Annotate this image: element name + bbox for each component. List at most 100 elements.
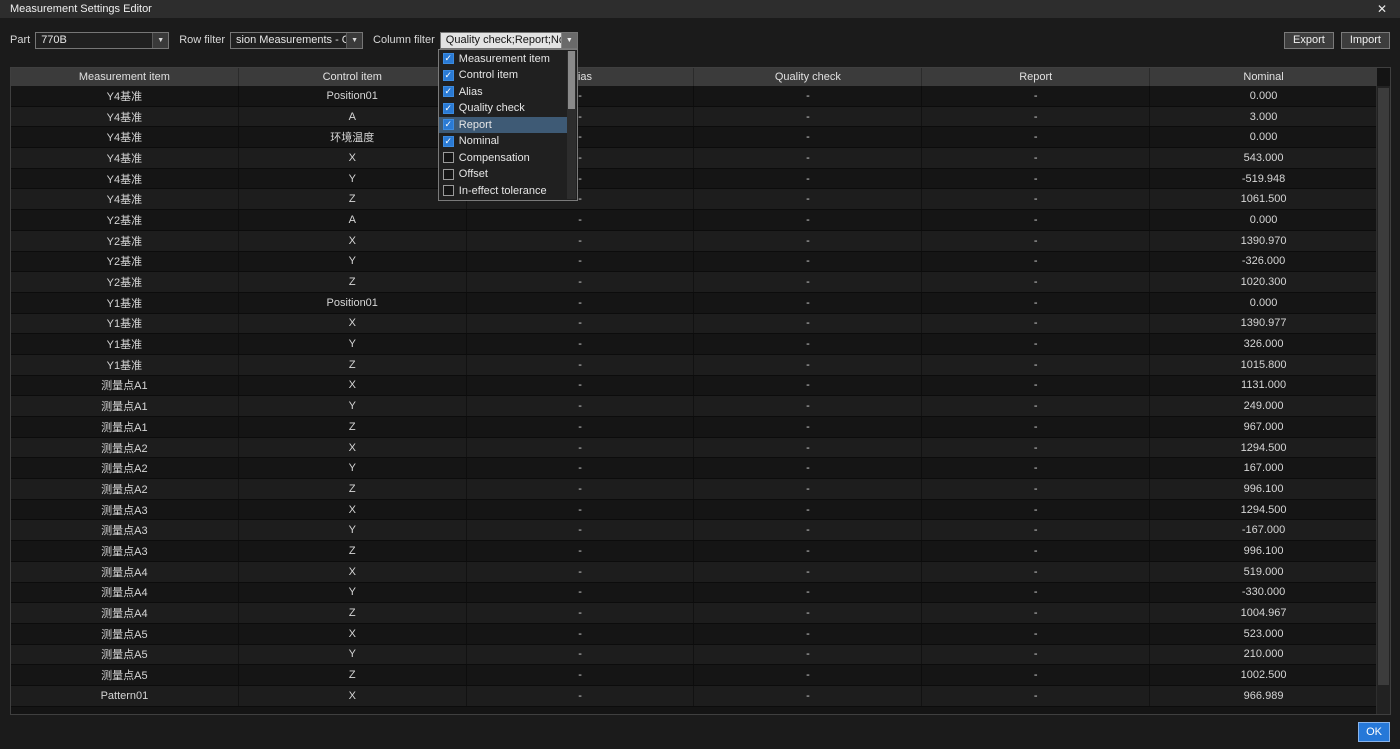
column-header[interactable]: Control item: [239, 68, 467, 86]
table-cell: 3.000: [1249, 110, 1278, 123]
table-cell: Y1基准: [11, 313, 239, 334]
table-cell: 996.100: [1243, 544, 1284, 557]
table-row[interactable]: 测量点A2 X - - -1294.500: [11, 437, 1377, 459]
column-header[interactable]: Nominal: [1150, 68, 1377, 86]
table-cell: -: [694, 644, 923, 665]
table-row[interactable]: Y1基准 Z - - -1015.800: [11, 354, 1377, 376]
table-row[interactable]: 测量点A4 Z - - -1004.967: [11, 603, 1377, 624]
table-cell: -: [922, 582, 1151, 603]
table-row[interactable]: 测量点A5 Y - - -210.000: [11, 644, 1377, 666]
table-row[interactable]: Y4基准 Y - - - -519.948: [11, 168, 1377, 190]
table-cell: 测量点A5: [11, 665, 239, 685]
table-cell: 测量点A1: [11, 396, 239, 416]
table-row[interactable]: Y1基准 Position01- - -0.000: [11, 292, 1377, 314]
table-row[interactable]: 测量点A1 Y - - -249.000: [11, 396, 1377, 417]
table-cell: -: [694, 354, 923, 375]
column-filter-option[interactable]: ✓ Quality check: [439, 100, 567, 117]
column-filter-option[interactable]: ✓ Control item: [439, 67, 567, 84]
import-button[interactable]: Import: [1340, 31, 1390, 49]
checkbox-unchecked-icon[interactable]: [442, 185, 454, 197]
table-cell: 测量点A4: [11, 582, 239, 603]
dropdown-scrollbar[interactable]: [566, 50, 576, 199]
column-header[interactable]: Measurement item: [11, 68, 239, 86]
table-row[interactable]: 测量点A5 Z - - -1002.500: [11, 665, 1377, 686]
table-cell: 测量点A2: [11, 479, 239, 499]
column-filter-dropdown[interactable]: Quality check;Report;Nominal ▼: [439, 31, 578, 49]
table-row[interactable]: 测量点A4 Y - - - -330.000: [11, 582, 1377, 604]
table-cell: 测量点A3: [11, 541, 239, 561]
table-header-row: Measurement item Control item Alias Quality…: [11, 68, 1377, 86]
table-cell: 测量点A2: [11, 437, 239, 458]
checkbox-unchecked-icon[interactable]: [442, 152, 454, 164]
table-row[interactable]: Y4基准 X - - -543.000: [11, 148, 1377, 169]
checkbox-checked-icon[interactable]: ✓: [442, 69, 454, 81]
column-filter-option[interactable]: ✓ Measurement item: [439, 51, 567, 68]
checkbox-checked-icon[interactable]: ✓: [442, 135, 454, 147]
checkbox-checked-icon[interactable]: ✓: [442, 102, 454, 114]
table-row[interactable]: Y1基准 X - - -1390.977: [11, 313, 1377, 335]
table-row[interactable]: Pattern01 X - - -966.989: [11, 685, 1377, 707]
table-scrollbar[interactable]: [1376, 86, 1390, 714]
export-button[interactable]: Export: [1284, 31, 1334, 49]
row-filter-dropdown[interactable]: sion Measurements - General ▼: [230, 31, 364, 49]
table-row[interactable]: Y1基准 Y - - -326.000: [11, 334, 1377, 355]
table-cell: X: [239, 561, 467, 582]
table-row[interactable]: Y4基准 A - - -3.000: [11, 106, 1377, 128]
table-row[interactable]: Y4基准 Z - - -1061.500: [11, 189, 1377, 211]
checkbox-checked-icon[interactable]: ✓: [442, 86, 454, 98]
table-cell: Y4基准: [11, 127, 239, 148]
table-cell: -: [922, 168, 1151, 189]
column-header[interactable]: Report: [922, 68, 1151, 86]
table-row[interactable]: 测量点A1 X - - -1131.000: [11, 375, 1377, 397]
table-row[interactable]: Y2基准 Y - - - -326.000: [11, 251, 1377, 273]
table-cell: -: [922, 375, 1151, 396]
table-cell: 1002.500: [1240, 669, 1287, 682]
table-cell: 1131.000: [1241, 379, 1287, 392]
column-filter-option[interactable]: Offset: [439, 166, 567, 183]
table-row[interactable]: Y2基准 Z - - -1020.300: [11, 272, 1377, 293]
table-row[interactable]: 测量点A5 X - - -523.000: [11, 623, 1377, 645]
table-row[interactable]: 测量点A2 Z - - -996.100: [11, 479, 1377, 500]
table-scrollbar-thumb[interactable]: [1378, 88, 1389, 685]
table-cell: -: [467, 292, 695, 313]
column-filter-option[interactable]: ✓ Report: [438, 116, 567, 133]
checkbox-unchecked-icon[interactable]: [442, 168, 454, 180]
part-dropdown[interactable]: 770B ▼: [35, 31, 170, 49]
table-cell: Position01: [239, 86, 467, 106]
checkbox-checked-icon[interactable]: ✓: [442, 53, 454, 65]
column-filter-option[interactable]: ✓ Nominal: [439, 133, 567, 150]
table-row[interactable]: 测量点A4 X - - -519.000: [11, 561, 1377, 583]
table-cell: Y: [239, 644, 467, 665]
table-cell: -: [922, 148, 1151, 168]
table-cell: 996.100: [1243, 482, 1284, 495]
column-filter-option[interactable]: In-effect tolerance: [439, 183, 567, 200]
table-cell: 测量点A1: [11, 375, 239, 396]
table-row[interactable]: Y4基准 Position01- - -0.000: [11, 86, 1377, 107]
table-row[interactable]: 测量点A3 Z - - -996.100: [11, 541, 1377, 562]
table-cell: Position01: [239, 292, 467, 313]
column-filter-option[interactable]: Compensation: [439, 150, 567, 167]
table-row[interactable]: Y4基准 环境温度 - - -0.000: [11, 127, 1377, 149]
column-filter-option[interactable]: ✓ Alias: [439, 84, 567, 101]
checkbox-checked-icon[interactable]: ✓: [442, 119, 454, 131]
column-filter-label: Column filter: [373, 34, 435, 46]
table-row[interactable]: 测量点A3 Y - - - -167.000: [11, 520, 1377, 542]
table-row[interactable]: 测量点A3 X - - -1294.500: [11, 499, 1377, 521]
option-label: Quality check: [458, 102, 525, 115]
row-filter-dropdown-value: sion Measurements - General: [236, 34, 346, 46]
table-cell: X: [239, 499, 467, 520]
table-row[interactable]: 测量点A2 Y - - -167.000: [11, 458, 1377, 480]
table-cell: Y4基准: [11, 86, 239, 106]
close-icon[interactable]: ✕: [1374, 2, 1390, 16]
table-cell: -: [922, 479, 1151, 499]
table-cell: 249.000: [1243, 400, 1284, 413]
table-row[interactable]: Y2基准 X - - -1390.970: [11, 230, 1377, 252]
table-cell: -: [467, 334, 695, 354]
column-header[interactable]: Quality check: [694, 68, 923, 86]
table-cell: -: [922, 644, 1151, 665]
ok-button[interactable]: OK: [1358, 722, 1390, 742]
table-row[interactable]: Y2基准 A - - -0.000: [11, 210, 1377, 231]
dropdown-scrollbar-thumb[interactable]: [567, 50, 575, 109]
table-cell: -: [694, 479, 923, 499]
table-row[interactable]: 测量点A1 Z - - -967.000: [11, 417, 1377, 438]
